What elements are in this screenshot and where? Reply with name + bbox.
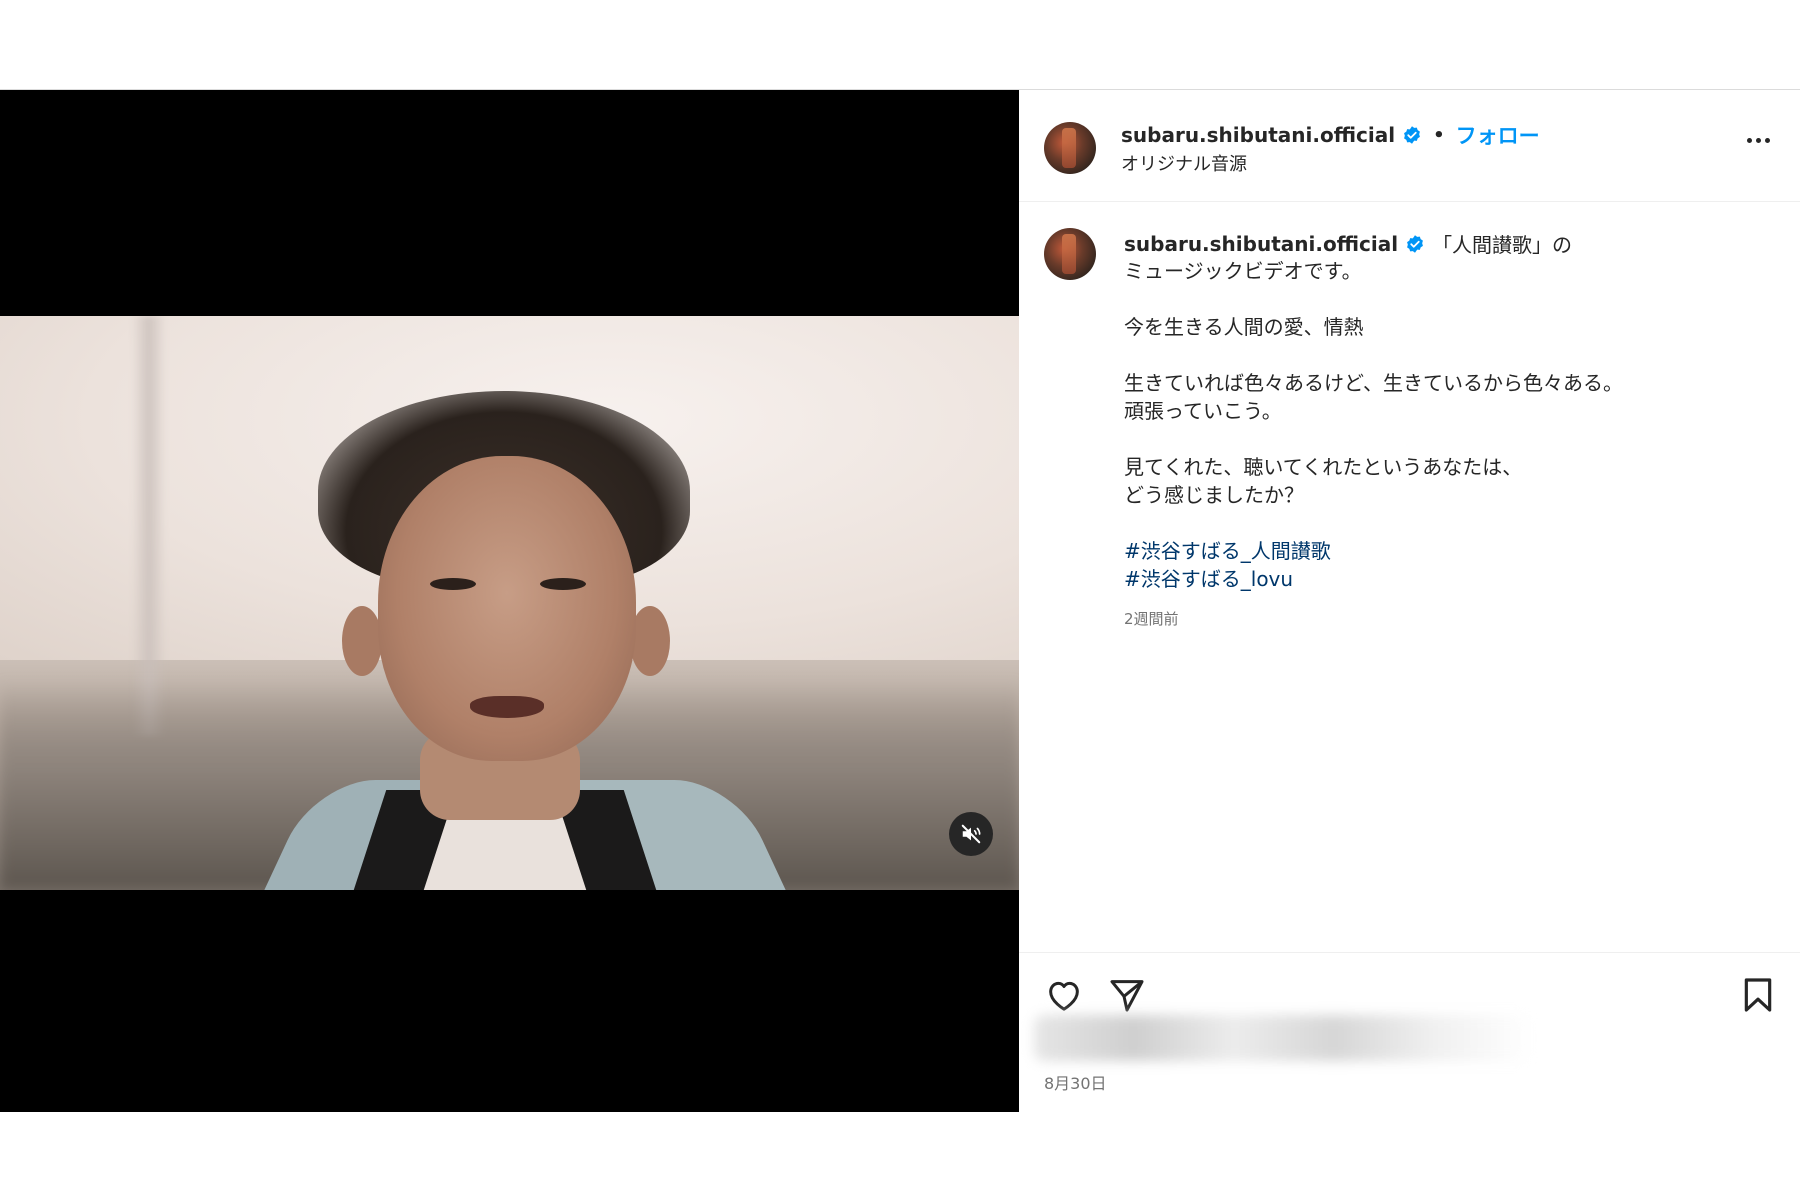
caption-timestamp[interactable]: 2週間前 — [1124, 608, 1179, 629]
mute-button[interactable] — [949, 812, 993, 856]
video-person-ear-left — [342, 606, 382, 676]
caption-line: 頑張っていこう。 — [1124, 399, 1282, 423]
video-person-mouth — [470, 696, 544, 718]
caption-text-first: 「人間讃歌」の — [1432, 233, 1573, 257]
header-user-row: subaru.shibutani.official • フォロー — [1121, 120, 1540, 150]
audio-label[interactable]: オリジナル音源 — [1121, 150, 1247, 176]
caption-username[interactable]: subaru.shibutani.official — [1124, 232, 1398, 256]
avatar[interactable] — [1044, 122, 1096, 174]
heart-icon[interactable] — [1044, 975, 1084, 1015]
caption-line — [1124, 341, 1764, 369]
caption-line — [1124, 425, 1764, 453]
video-person-eye-left — [430, 578, 476, 590]
caption-line: ミュージックビデオです。 — [1124, 259, 1362, 283]
caption-line: 生きていれば色々あるけど、生きているから色々ある。 — [1124, 371, 1623, 395]
caption-line: 見てくれた、聴いてくれたというあなたは、 — [1124, 455, 1523, 479]
blurred-likes-text — [1034, 1015, 1534, 1061]
follow-button[interactable]: フォロー — [1456, 120, 1540, 150]
post-header: subaru.shibutani.official • フォロー オリジナル音源 — [1019, 90, 1800, 202]
caption-line — [1124, 509, 1764, 537]
paper-plane-icon[interactable] — [1107, 975, 1147, 1015]
video-background-pole — [132, 316, 166, 736]
caption-line: どう感じましたか？ — [1124, 483, 1304, 507]
bookmark-icon[interactable] — [1738, 975, 1778, 1015]
post-container: subaru.shibutani.official • フォロー オリジナル音源… — [0, 89, 1800, 1112]
video-person-eye-right — [540, 578, 586, 590]
header-username[interactable]: subaru.shibutani.official — [1121, 123, 1395, 147]
caption-avatar[interactable] — [1044, 228, 1096, 280]
post-date[interactable]: 8月30日 — [1044, 1070, 1107, 1094]
post-side-panel: subaru.shibutani.official • フォロー オリジナル音源… — [1019, 90, 1800, 1112]
hashtag-link[interactable]: #渋谷すばる_lovu — [1124, 565, 1764, 593]
more-options-button[interactable] — [1738, 130, 1778, 150]
speaker-muted-icon — [961, 824, 981, 844]
caption-first-line: subaru.shibutani.official 「人間讃歌」の — [1124, 229, 1572, 258]
video-player[interactable] — [0, 90, 1019, 1112]
action-bar — [1019, 952, 1800, 1012]
caption-body: ミュージックビデオです。 今を生きる人間の愛、情熱 生きていれば色々あるけど、生… — [1124, 257, 1764, 593]
separator-dot: • — [1433, 124, 1445, 146]
verified-badge-icon — [1407, 234, 1423, 253]
caption-line: 今を生きる人間の愛、情熱 — [1124, 315, 1364, 339]
video-frame[interactable] — [0, 316, 1019, 890]
hashtag-link[interactable]: #渋谷すばる_人間讃歌 — [1124, 537, 1764, 565]
verified-badge-icon — [1404, 126, 1420, 144]
video-person-ear-right — [630, 606, 670, 676]
more-options-icon — [1746, 137, 1752, 143]
caption-line — [1124, 285, 1764, 313]
caption-section: subaru.shibutani.official 「人間讃歌」の ミュージック… — [1019, 203, 1800, 843]
